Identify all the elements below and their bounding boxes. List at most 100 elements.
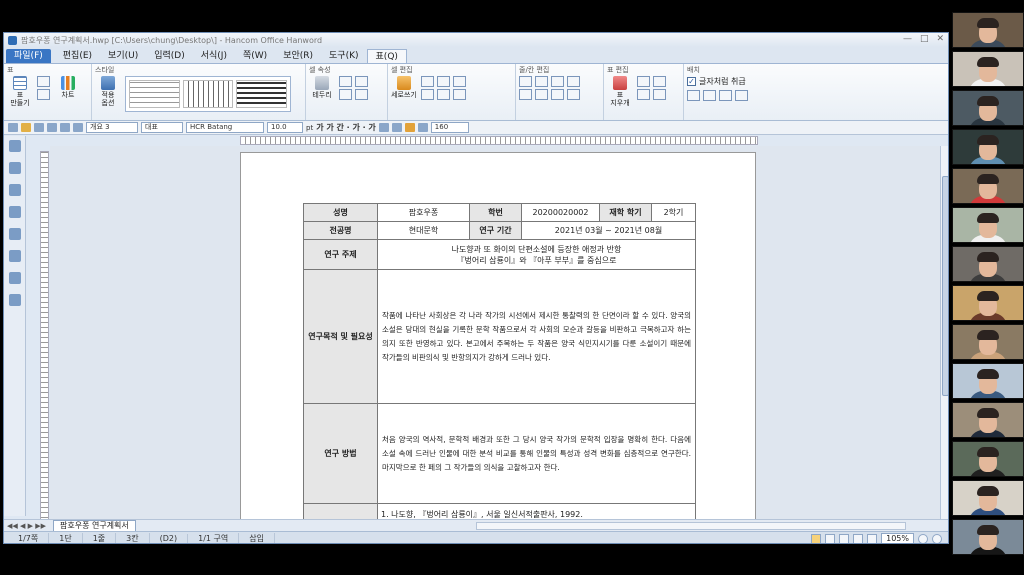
insert-row-above-icon[interactable] <box>519 76 532 87</box>
open-folder-icon[interactable] <box>21 123 31 132</box>
insert-col-left-icon[interactable] <box>551 76 564 87</box>
brush-icon[interactable] <box>8 206 21 218</box>
period-label[interactable]: 연구 기간 <box>469 221 522 240</box>
participant-video-tile[interactable] <box>952 129 1024 165</box>
participant-video-tile[interactable] <box>952 51 1024 87</box>
table-style-dark[interactable] <box>236 80 288 108</box>
major-label[interactable]: 전공명 <box>303 221 378 240</box>
fill-color-icon[interactable] <box>339 76 352 87</box>
vertical-ruler[interactable] <box>40 151 49 523</box>
image-icon[interactable] <box>8 272 21 284</box>
table-style-plain[interactable] <box>129 80 180 108</box>
zoom-page-icon[interactable] <box>867 533 878 543</box>
table-make-button[interactable]: 표 만들기 <box>7 76 33 107</box>
insert-row-below-icon[interactable] <box>535 76 548 87</box>
menu-edit[interactable]: 편집(E) <box>55 49 100 63</box>
style-select[interactable]: 개요 3 <box>86 122 138 133</box>
participant-video-tile[interactable] <box>952 12 1024 48</box>
maximize-button[interactable]: □ <box>920 34 929 44</box>
status-page[interactable]: 1/7쪽 <box>8 533 50 543</box>
view-page-icon[interactable] <box>825 533 836 543</box>
insert-col-right-icon[interactable] <box>567 76 580 87</box>
menu-table[interactable]: 표(Q) <box>366 49 407 63</box>
wrap-behind-icon[interactable] <box>719 90 732 101</box>
vertical-text-button[interactable]: 세로쓰기 <box>391 76 417 99</box>
apply-options-button[interactable]: 적용 옵션 <box>95 76 121 107</box>
participant-video-tile[interactable] <box>952 90 1024 126</box>
menu-security[interactable]: 보안(R) <box>275 49 321 63</box>
participant-video-tile[interactable] <box>952 480 1024 516</box>
menu-view[interactable]: 보기(U) <box>100 49 146 63</box>
cell-merge-icon[interactable] <box>421 89 434 100</box>
semester-value[interactable]: 2학기 <box>651 203 696 222</box>
shapes-icon[interactable] <box>8 294 21 306</box>
redo-icon[interactable] <box>73 123 83 132</box>
menu-insert[interactable]: 입력(D) <box>146 49 193 63</box>
zoom-fit-icon[interactable] <box>853 533 864 543</box>
print-icon[interactable] <box>47 123 57 132</box>
align-left-icon[interactable] <box>378 123 389 132</box>
name-label[interactable]: 성명 <box>303 203 378 222</box>
wrap-tight-icon[interactable] <box>703 90 716 101</box>
research-plan-table[interactable]: 성명 팜호우퐁 학번 20200020002 재학 학기 2학기 전공명 현대문… <box>303 203 696 519</box>
topic-label[interactable]: 연구 주제 <box>303 239 378 270</box>
table-convert-icon[interactable] <box>37 89 50 100</box>
align-middle-icon[interactable] <box>437 76 450 87</box>
book-icon[interactable] <box>8 140 21 152</box>
delete-row-icon[interactable] <box>519 89 532 100</box>
minimize-button[interactable]: — <box>903 34 912 44</box>
line-color-icon[interactable] <box>339 89 352 100</box>
menu-page[interactable]: 쪽(W) <box>235 49 275 63</box>
student-id-value[interactable]: 20200020002 <box>521 203 600 222</box>
reference-line[interactable]: 1. 나도향, 『벙어리 삼룡이』, 서울 일신서적출판사, 1992. <box>377 503 696 519</box>
scrollbar-thumb[interactable] <box>942 176 948 396</box>
align-bottom-icon[interactable] <box>453 76 466 87</box>
line-style-icon[interactable] <box>355 76 368 87</box>
justify-icon[interactable] <box>417 123 428 132</box>
participant-video-tile[interactable] <box>952 402 1024 438</box>
delete-col-icon[interactable] <box>535 89 548 100</box>
wrap-square-icon[interactable] <box>687 90 700 101</box>
new-doc-icon[interactable] <box>8 123 18 132</box>
method-label[interactable]: 연구 방법 <box>303 403 378 504</box>
table-style-gallery[interactable] <box>125 76 291 112</box>
participant-video-tile[interactable] <box>952 363 1024 399</box>
vertical-scrollbar[interactable] <box>940 146 948 519</box>
char-style-buttons[interactable]: 가 가 간 · 가 · 가 <box>316 122 376 133</box>
menu-tools[interactable]: 도구(K) <box>321 49 367 63</box>
font-class-select[interactable]: 대표 <box>141 122 183 133</box>
chart-button[interactable]: 차트 <box>55 76 81 99</box>
table-props-icon[interactable] <box>653 76 666 87</box>
equal-height-icon[interactable] <box>551 89 564 100</box>
semester-label[interactable]: 재학 학기 <box>599 203 652 222</box>
equal-width-icon[interactable] <box>567 89 580 100</box>
undo-icon[interactable] <box>60 123 70 132</box>
method-text[interactable]: 처음 양국의 역사적, 문학적 배경과 또한 그 당시 양국 작가의 문학적 입… <box>377 403 696 504</box>
wrap-front-icon[interactable] <box>735 90 748 101</box>
name-value[interactable]: 팜호우퐁 <box>377 203 470 222</box>
table-join-icon[interactable] <box>653 89 666 100</box>
cell-height-icon[interactable] <box>453 89 466 100</box>
outline-icon[interactable] <box>8 184 21 196</box>
major-value[interactable]: 현대문학 <box>377 221 470 240</box>
menu-file[interactable]: 파일(F) <box>6 49 51 63</box>
table-insert-icon[interactable] <box>37 76 50 87</box>
font-select[interactable]: HCR Batang <box>186 122 264 133</box>
view-web-icon[interactable] <box>839 533 850 543</box>
tab-document[interactable]: 팜호우퐁 연구계획서 <box>52 520 136 531</box>
participant-video-tile[interactable] <box>952 246 1024 282</box>
zoom-out-icon[interactable] <box>918 533 928 543</box>
close-button[interactable]: ✕ <box>936 34 944 44</box>
status-insert-mode[interactable]: 삽입 <box>239 533 275 543</box>
topic-value[interactable]: 나도향과 또 화이의 단편소설에 등장한 애정과 반항 『벙어리 삼룡이』와 『… <box>377 239 696 270</box>
treat-as-char-checkbox[interactable]: ✓ <box>687 77 696 86</box>
help-icon[interactable] <box>8 162 21 174</box>
list-icon[interactable] <box>8 228 21 240</box>
document-area[interactable]: 성명 팜호우퐁 학번 20200020002 재학 학기 2학기 전공명 현대문… <box>50 146 940 519</box>
participant-video-tile[interactable] <box>952 168 1024 204</box>
table-eraser-button[interactable]: 표 지우개 <box>607 76 633 107</box>
align-right-icon[interactable] <box>404 123 415 132</box>
horizontal-ruler[interactable] <box>240 136 758 145</box>
participant-video-tile[interactable] <box>952 441 1024 477</box>
purpose-text[interactable]: 작품에 나타난 사회상은 각 나라 작가의 시선에서 제시한 통찰력의 한 단면… <box>377 269 696 404</box>
